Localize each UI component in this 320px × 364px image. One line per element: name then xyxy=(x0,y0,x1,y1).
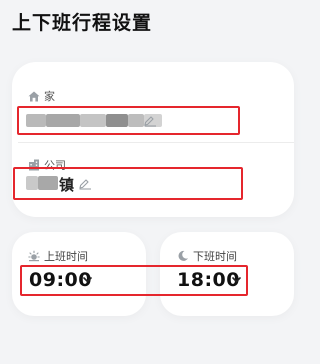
moon-icon xyxy=(178,250,188,261)
home-icon xyxy=(28,91,40,101)
home-highlight-box xyxy=(17,106,240,135)
company-highlight-box xyxy=(13,167,243,200)
page-title: 上下班行程设置 xyxy=(12,12,153,34)
home-label-row: 家 xyxy=(28,88,55,104)
end-time-label-row: 下班时间 xyxy=(177,248,237,264)
sun-icon xyxy=(28,250,40,262)
home-label: 家 xyxy=(44,90,55,103)
commute-time-highlight-box xyxy=(20,265,248,296)
start-time-label: 上班时间 xyxy=(44,250,88,263)
start-time-label-row: 上班时间 xyxy=(28,248,88,264)
address-divider xyxy=(18,142,294,143)
end-time-label: 下班时间 xyxy=(193,250,237,263)
